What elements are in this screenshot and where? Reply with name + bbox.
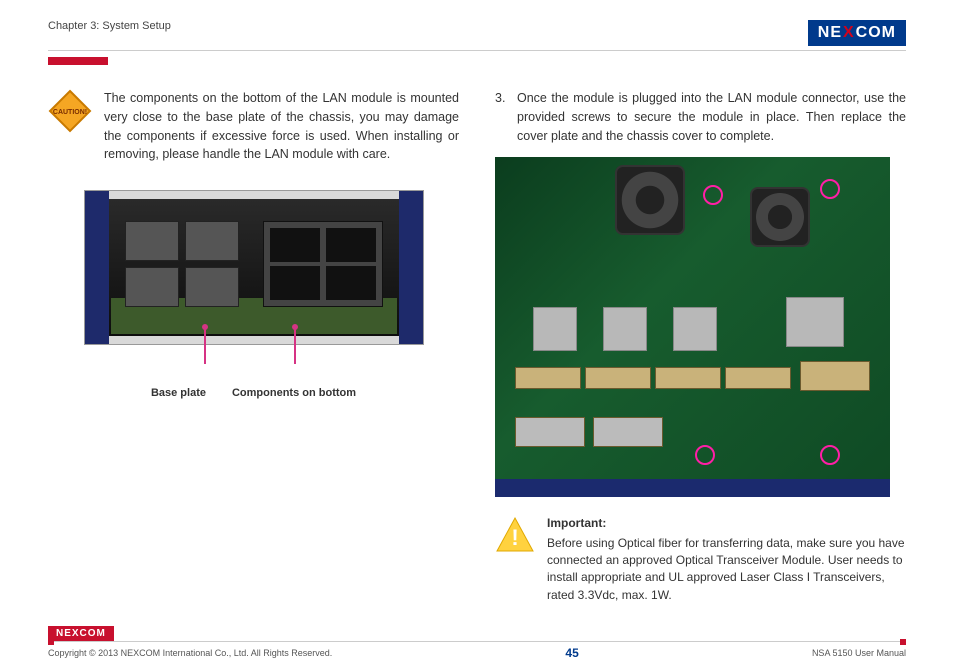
nexcom-logo: NEXCOM <box>808 20 906 46</box>
manual-name: NSA 5150 User Manual <box>812 648 906 658</box>
warning-icon: ! <box>495 515 535 555</box>
svg-text:CAUTION!: CAUTION! <box>53 109 87 116</box>
label-base-plate: Base plate <box>151 385 206 402</box>
page-footer: NEXCOM Copyright © 2013 NEXCOM Internati… <box>48 625 906 660</box>
logo-part-right: COM <box>856 24 896 42</box>
step-number: 3. <box>495 89 509 145</box>
lan-module-image <box>84 190 424 345</box>
chapter-title: Chapter 3: System Setup <box>48 20 171 32</box>
important-label: Important: <box>547 515 906 532</box>
footer-rule <box>48 641 906 642</box>
caution-icon: CAUTION! <box>48 89 92 133</box>
header-rule <box>48 50 906 51</box>
footer-logo: NEXCOM <box>48 626 114 641</box>
important-text: Before using Optical fiber for transferr… <box>547 536 905 602</box>
label-components-bottom: Components on bottom <box>232 385 356 402</box>
logo-part-left: NE <box>818 24 842 42</box>
svg-text:!: ! <box>511 525 518 550</box>
caution-text: The components on the bottom of the LAN … <box>104 89 459 164</box>
logo-part-x: X <box>843 24 855 42</box>
right-column: 3. Once the module is plugged into the L… <box>495 89 906 604</box>
motherboard-image <box>495 157 890 497</box>
accent-bar <box>48 57 108 65</box>
figure-lan-module: Base plate Components on bottom <box>84 190 424 402</box>
page-number: 45 <box>565 646 578 660</box>
step-text: Once the module is plugged into the LAN … <box>517 89 906 145</box>
copyright-text: Copyright © 2013 NEXCOM International Co… <box>48 648 332 658</box>
left-column: CAUTION! The components on the bottom of… <box>48 89 459 604</box>
